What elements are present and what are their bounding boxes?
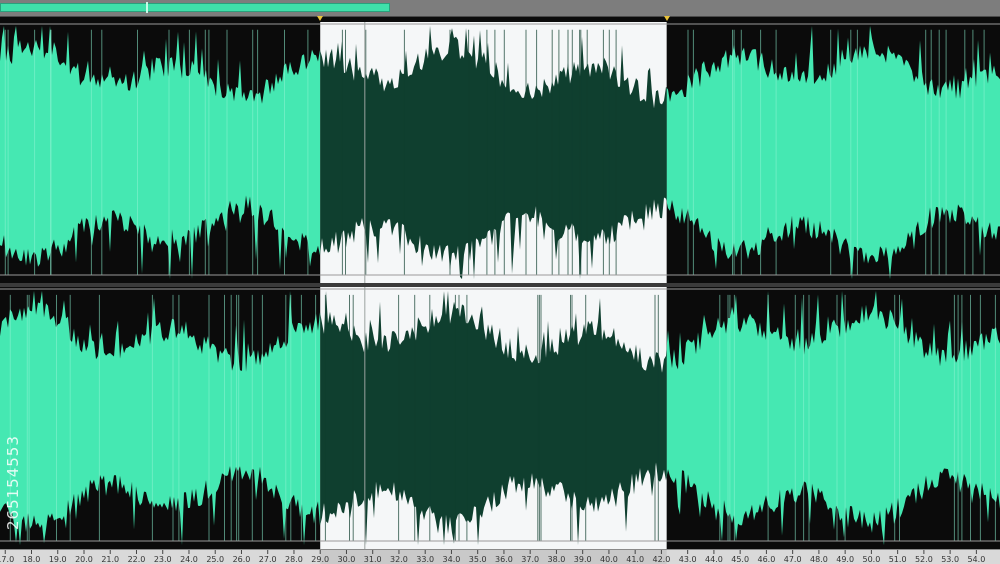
watermark-id: 265154553 <box>4 435 22 530</box>
channel-left[interactable] <box>0 22 1000 283</box>
channel-left-waveform[interactable] <box>0 22 1000 283</box>
overview-visible-range[interactable] <box>0 3 390 12</box>
waveform-editor: 17.018.019.020.021.022.023.024.025.026.0… <box>0 0 1000 564</box>
overview-bar[interactable] <box>0 0 1000 17</box>
channel-right-waveform[interactable] <box>0 287 1000 549</box>
time-ruler[interactable]: 17.018.019.020.021.022.023.024.025.026.0… <box>0 549 1000 564</box>
channel-right[interactable] <box>0 287 1000 549</box>
time-ruler-ticks: 17.018.019.020.021.022.023.024.025.026.0… <box>0 550 1000 564</box>
selection-end-marker[interactable] <box>663 16 670 21</box>
selection-start-marker[interactable] <box>317 16 324 21</box>
overview-playhead <box>146 2 148 13</box>
waveform-area[interactable] <box>0 22 1000 549</box>
